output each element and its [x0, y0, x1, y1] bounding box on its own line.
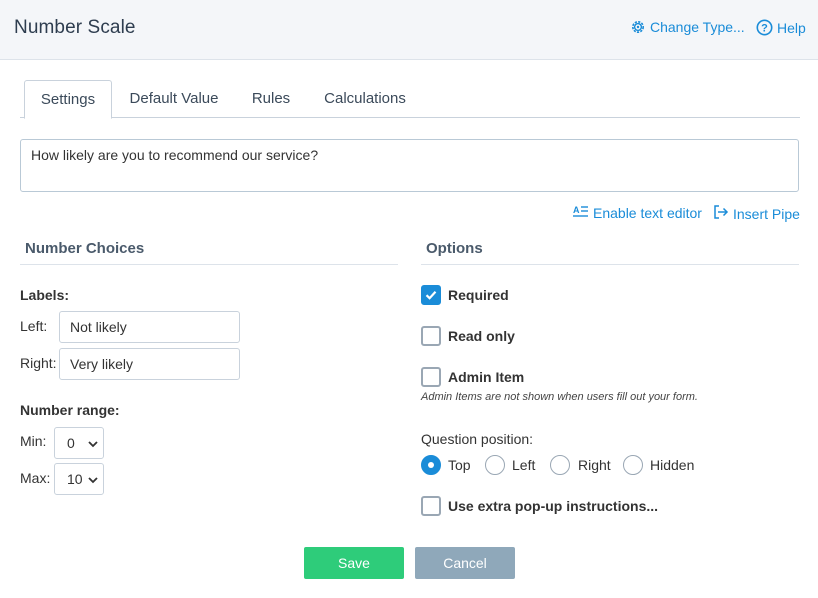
max-label: Max: [20, 470, 51, 486]
insert-pipe-label: Insert Pipe [733, 205, 800, 222]
popup-instructions-label: Use extra pop-up instructions... [448, 498, 659, 514]
min-label: Min: [20, 433, 47, 449]
tab-settings[interactable]: Settings [24, 80, 112, 119]
required-label: Required [448, 287, 509, 303]
number-range-heading: Number range: [20, 402, 120, 418]
chevron-down-icon [88, 471, 98, 487]
tab-default-value[interactable]: Default Value [120, 80, 228, 118]
left-label-input[interactable]: Not likely [59, 311, 240, 343]
text-editor-icon: A [573, 204, 589, 221]
labels-heading: Labels: [20, 287, 70, 303]
read-only-label: Read only [448, 328, 515, 344]
position-top-radio[interactable] [421, 455, 441, 475]
tab-rules[interactable]: Rules [242, 80, 300, 118]
page-title: Number Scale [14, 17, 136, 38]
admin-item-help-text: Admin Items are not shown when users fil… [421, 391, 698, 403]
required-checkbox[interactable] [421, 285, 441, 305]
min-select[interactable]: 0 [54, 427, 104, 459]
popup-instructions-checkbox[interactable] [421, 496, 441, 516]
position-right-radio[interactable] [550, 455, 570, 475]
section-divider [20, 264, 398, 265]
change-type-link[interactable]: Change Type... [630, 19, 745, 35]
left-label: Left: [20, 318, 48, 334]
svg-text:A: A [573, 205, 580, 215]
right-label: Right: [20, 355, 57, 371]
read-only-checkbox[interactable] [421, 326, 441, 346]
position-left-label: Left [512, 457, 536, 473]
position-left-radio[interactable] [485, 455, 505, 475]
min-value: 0 [67, 435, 75, 451]
tab-calculations[interactable]: Calculations [314, 80, 416, 118]
number-choices-heading: Number Choices [25, 240, 145, 257]
admin-item-checkbox[interactable] [421, 367, 441, 387]
help-link[interactable]: ? Help [756, 19, 806, 36]
insert-pipe-link[interactable]: Insert Pipe [713, 204, 800, 223]
right-label-input[interactable]: Very likely [59, 348, 240, 380]
question-text-input[interactable]: How likely are you to recommend our serv… [20, 139, 799, 192]
help-icon: ? [756, 19, 773, 36]
svg-text:?: ? [761, 23, 768, 35]
cancel-button[interactable]: Cancel [415, 547, 515, 579]
help-label: Help [777, 19, 806, 36]
options-heading: Options [426, 240, 483, 257]
position-top-label: Top [448, 457, 471, 473]
position-right-label: Right [578, 457, 611, 473]
max-value: 10 [67, 471, 83, 487]
gear-icon [630, 19, 646, 35]
question-position-label: Question position: [421, 431, 534, 447]
enable-text-editor-link[interactable]: A Enable text editor [573, 204, 702, 221]
admin-item-label: Admin Item [448, 369, 525, 385]
insert-icon [713, 204, 729, 223]
header-bar: Number Scale Change Type... ? Help [0, 0, 818, 60]
position-hidden-radio[interactable] [623, 455, 643, 475]
change-type-label: Change Type... [650, 19, 745, 35]
chevron-down-icon [88, 435, 98, 451]
enable-text-editor-label: Enable text editor [593, 204, 702, 221]
save-button[interactable]: Save [304, 547, 404, 579]
tab-bar: Settings Default Value Rules Calculation… [20, 80, 800, 119]
max-select[interactable]: 10 [54, 463, 104, 495]
section-divider [421, 264, 799, 265]
position-hidden-label: Hidden [650, 457, 695, 473]
